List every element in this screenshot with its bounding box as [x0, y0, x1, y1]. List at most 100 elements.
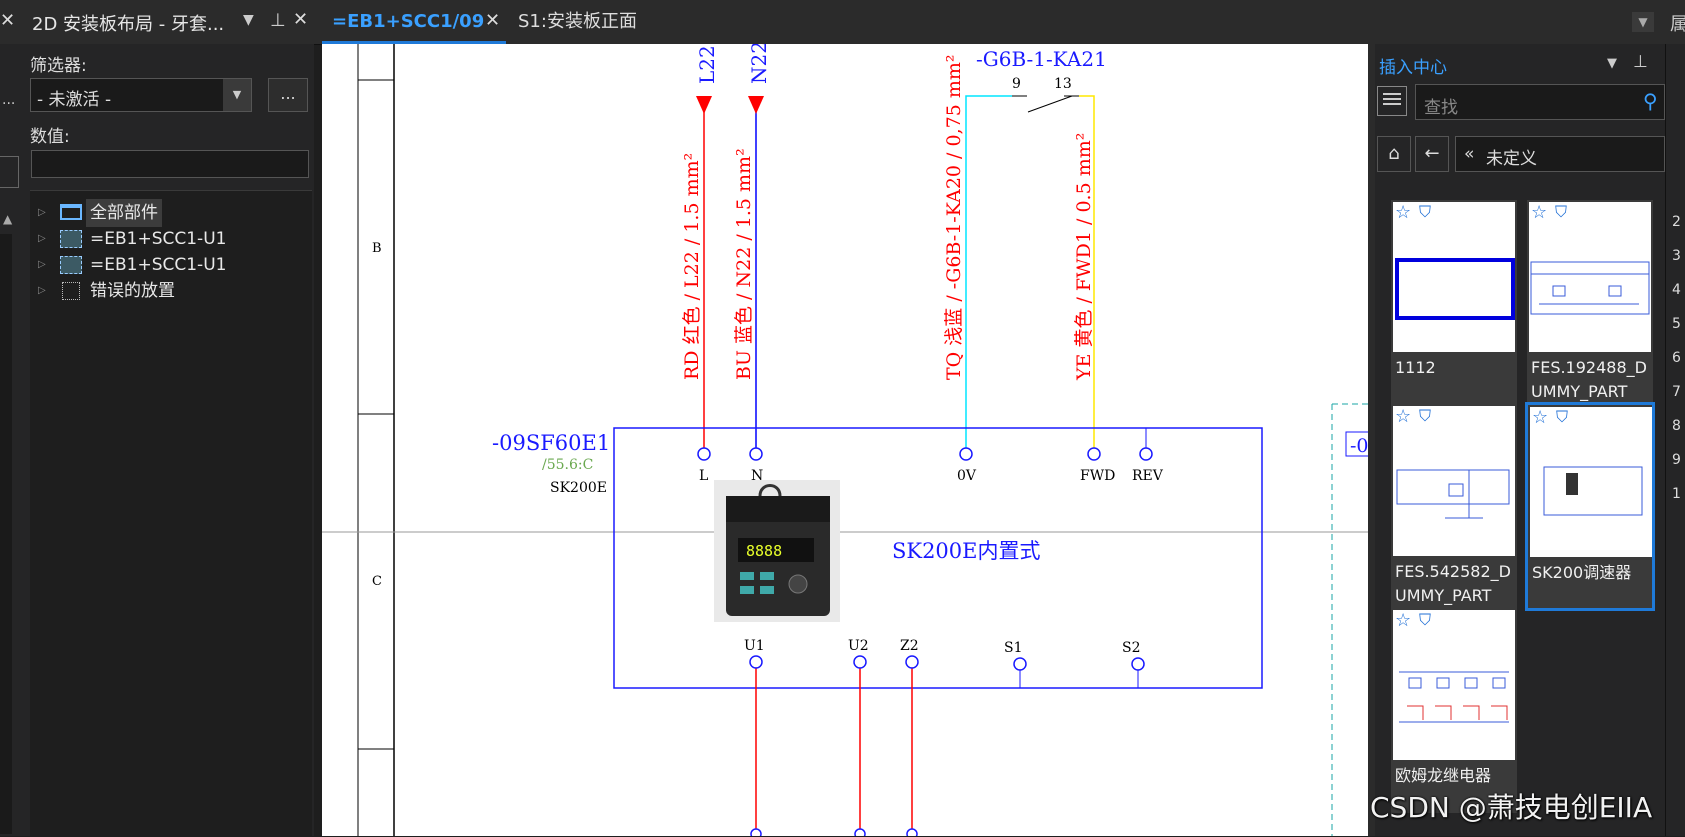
edge-label: -0 — [1350, 435, 1368, 457]
expand-icon[interactable]: ▷ — [38, 199, 46, 227]
favorite-star-icon[interactable]: ☆ — [1395, 610, 1411, 631]
bookmark-icon[interactable]: ⛉ — [1419, 202, 1431, 222]
bookmark-icon[interactable]: ⛉ — [1556, 407, 1568, 427]
parts-tree: ▷ 全部部件 ▷ =EB1+SCC1-U1 ▷ =EB1+SCC1-U1 ▷ 错… — [30, 190, 312, 837]
close-panel-icon[interactable]: ✕ — [293, 9, 308, 30]
pin-icon[interactable]: ⊥ — [270, 10, 286, 31]
right-collapsed-panel: 2 3 4 5 6 7 8 9 1 — [1665, 44, 1685, 836]
breadcrumb-back-icon[interactable]: « — [1464, 144, 1474, 164]
dropdown-icon[interactable]: ▼ — [1607, 56, 1617, 71]
tab-schematic-09[interactable]: =EB1+SCC1/09 — [322, 0, 506, 44]
assembly-icon — [60, 256, 82, 274]
insert-center-title: 插入中心 — [1379, 58, 1447, 78]
row-number: 6 — [1672, 350, 1681, 366]
insert-item-fes-542582[interactable]: ☆ ⛉ FES.542582_DUMMY_PART — [1391, 404, 1517, 609]
item-label: SK200调速器 — [1532, 563, 1632, 582]
list-view-icon[interactable] — [1377, 86, 1407, 116]
tree-item-label: =EB1+SCC1-U1 — [90, 255, 227, 275]
row-number: 5 — [1672, 316, 1681, 332]
wire-tq-label: TQ 浅蓝 / -G6B-1-KA20 / 0,75 mm² — [943, 55, 965, 381]
schematic-canvas[interactable]: B C L22 RD 红色 / L22 / 1.5 mm² N22 BU 蓝色 … — [322, 44, 1368, 836]
insert-item-fes-192488[interactable]: ☆ ⛉ FES.192488_DUMMY_PART — [1527, 200, 1653, 405]
search-input[interactable]: 查找 ⚲ — [1415, 84, 1665, 120]
value-label: 数值: — [30, 127, 70, 147]
device-ref: /55.6:C — [542, 457, 593, 473]
tree-item-wrong-placement[interactable]: ▷ 错误的放置 — [30, 277, 310, 305]
row-number: 2 — [1672, 214, 1681, 230]
search-icon[interactable]: ⚲ — [1643, 89, 1658, 113]
favorite-star-icon[interactable]: ☆ — [1395, 406, 1411, 427]
panel-title: 2D 安装板布局 - 牙套... — [32, 14, 225, 35]
collapsed-input[interactable] — [0, 156, 19, 188]
close-icon[interactable]: ✕ — [0, 10, 15, 31]
tree-item-assembly-1[interactable]: ▷ =EB1+SCC1-U1 — [30, 225, 310, 253]
tree-item-assembly-2[interactable]: ▷ =EB1+SCC1-U1 — [30, 251, 310, 279]
terminal-0v — [959, 447, 973, 461]
relay-pin-13: 13 — [1054, 76, 1072, 92]
terminal-label-l: L — [699, 468, 708, 484]
left-collapsed-panel: ... ▲ — [0, 44, 23, 836]
display-digits: 8888 — [746, 542, 782, 560]
row-label-c: C — [372, 574, 382, 589]
terminal-fwd — [1087, 447, 1101, 461]
terminal-label-u1: U1 — [744, 638, 765, 654]
insert-item-sk200[interactable]: ☆ ⛉ SK200调速器 — [1525, 402, 1655, 611]
close-tab-icon[interactable]: ✕ — [485, 10, 500, 31]
tree-item-all-parts[interactable]: ▷ 全部部件 — [30, 199, 310, 227]
expand-icon[interactable]: ▷ — [38, 277, 46, 305]
relay-tag: -G6B-1-KA21 — [976, 47, 1107, 71]
wire-l-label: RD 红色 / L22 / 1.5 mm² — [681, 153, 703, 380]
row-number: 4 — [1672, 282, 1681, 298]
row-number: 8 — [1672, 418, 1681, 434]
terminal-label-fwd: FWD — [1080, 468, 1115, 484]
wire-ye-label: YE 黄色 / FWD1 / 0.5 mm² — [1073, 133, 1095, 381]
row-number: 1 — [1672, 486, 1681, 502]
device-tag: -09SF60E1 — [492, 431, 610, 455]
terminal-s1 — [1013, 657, 1027, 671]
more-icon[interactable]: ... — [2, 92, 15, 108]
breadcrumb[interactable]: « 未定义 — [1455, 136, 1665, 172]
dropdown-icon[interactable]: ▼ — [243, 12, 254, 28]
back-arrow-icon[interactable]: ← — [1415, 136, 1449, 172]
item-label: FES.542582_DUMMY_PART — [1395, 562, 1511, 605]
favorite-star-icon[interactable]: ☆ — [1395, 202, 1411, 223]
tree-item-label: =EB1+SCC1-U1 — [90, 229, 227, 249]
value-input[interactable] — [31, 150, 309, 178]
pin-icon[interactable]: ⊥ — [1633, 52, 1648, 72]
expand-icon[interactable]: ▷ — [38, 225, 46, 253]
insert-item-omron-relay[interactable]: ☆ ⛉ 欧姆龙继电器 — [1391, 608, 1517, 813]
terminal-l — [697, 447, 711, 461]
favorite-star-icon[interactable]: ☆ — [1532, 407, 1548, 428]
wire-n-label: BU 蓝色 / N22 / 1.5 mm² — [733, 148, 755, 380]
scroll-up-icon[interactable]: ▲ — [3, 212, 12, 226]
breadcrumb-label: 未定义 — [1486, 149, 1537, 169]
item-label: FES.192488_DUMMY_PART — [1531, 358, 1647, 401]
schematic-drawing: B C L22 RD 红色 / L22 / 1.5 mm² N22 BU 蓝色 … — [322, 44, 1368, 836]
row-number: 7 — [1672, 384, 1681, 400]
bookmark-icon[interactable]: ⛉ — [1419, 610, 1431, 630]
item-label: 1112 — [1395, 358, 1436, 377]
insert-item-1112[interactable]: ☆ ⛉ 1112 — [1391, 200, 1517, 405]
more-button[interactable]: ... — [268, 78, 308, 112]
search-placeholder: 查找 — [1424, 98, 1458, 118]
terminal-label-s1: S1 — [1004, 640, 1023, 656]
terminal-label-rev: REV — [1132, 468, 1164, 484]
home-icon[interactable]: ⌂ — [1377, 136, 1411, 172]
insert-center-panel: 插入中心 ▼ ⊥ 查找 ⚲ ⌂ ← « 未定义 ☆ ⛉ 1112 ☆ ⛉ FES.1… — [1375, 44, 1665, 836]
bookmark-icon[interactable]: ⛉ — [1419, 406, 1431, 426]
filter-value: - 未激活 - — [37, 90, 112, 110]
expand-icon[interactable]: ▷ — [38, 251, 46, 279]
bookmark-icon[interactable]: ⛉ — [1555, 202, 1567, 222]
filter-select[interactable]: - 未激活 - ▼ — [30, 78, 252, 112]
terminal-label-s2: S2 — [1122, 640, 1141, 656]
tab-label: =EB1+SCC1/09 — [332, 11, 485, 32]
right-panel-title-stub: 属 — [1670, 14, 1685, 35]
canvas-scrollbar[interactable] — [1368, 44, 1375, 836]
filter-panel: 筛选器: - 未激活 - ▼ ... 数值: ▷ 全部部件 ▷ =EB1+SCC… — [22, 44, 314, 837]
terminal-label-0v: 0V — [957, 468, 977, 484]
row-label-b: B — [372, 241, 382, 256]
chevron-down-icon[interactable]: ▼ — [223, 79, 251, 111]
tab-overflow-icon[interactable]: ▼ — [1632, 12, 1654, 32]
tab-mounting-plate[interactable]: S1:安装板正面 — [518, 0, 637, 44]
favorite-star-icon[interactable]: ☆ — [1531, 202, 1547, 223]
